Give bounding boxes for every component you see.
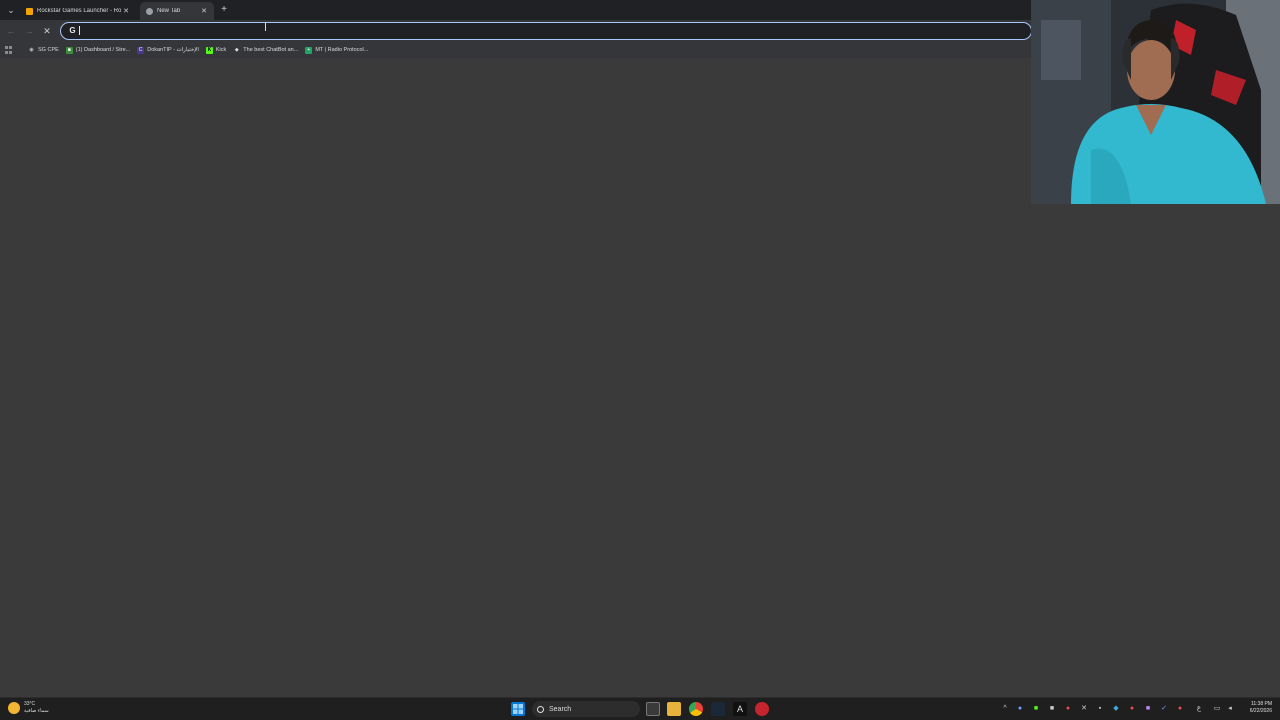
google-icon: G <box>69 26 76 35</box>
search-icon <box>537 705 544 713</box>
system-clock[interactable]: 11:38 PM 6/22/2026 <box>1250 701 1272 715</box>
taskbar-search-label: Search <box>549 705 572 713</box>
rockstar-favicon-icon <box>26 7 33 15</box>
tab-title: Rockstar Games Launcher - Ro <box>37 8 122 14</box>
weather-widget[interactable]: 33°C سماء صافية <box>8 701 49 715</box>
file-explorer-icon[interactable] <box>667 702 681 716</box>
address-input[interactable] <box>81 24 981 37</box>
moon-icon <box>8 702 20 714</box>
webcam-overlay <box>1031 0 1280 204</box>
globe-icon: ◉ <box>29 46 34 53</box>
dashboard-icon: ■ <box>65 46 73 54</box>
tray-app-icon[interactable]: ● <box>1127 703 1137 715</box>
back-button[interactable]: ← <box>4 24 18 38</box>
chatbot-icon: ◆ <box>234 46 239 53</box>
text-cursor-icon <box>265 22 266 31</box>
tray-app-icon[interactable]: ▪ <box>1095 703 1105 715</box>
close-icon[interactable]: ✕ <box>200 7 208 15</box>
rockstar-launcher-icon[interactable] <box>755 702 769 716</box>
bookmark-dashboard[interactable]: ■ (1) Dashboard / Stre... <box>65 46 131 54</box>
text-caret <box>79 26 80 35</box>
new-tab-button[interactable]: + <box>218 3 230 17</box>
tray-app-icon[interactable]: ● <box>1063 703 1073 715</box>
clock-date: 6/22/2026 <box>1249 708 1272 714</box>
bookmark-radio-protocol[interactable]: + MT | Radio Protocol... <box>305 46 369 54</box>
kick-icon: K <box>205 46 213 54</box>
tray-app-icon[interactable]: ✕ <box>1079 703 1089 715</box>
address-bar[interactable]: G <box>60 22 1032 40</box>
input-language[interactable]: ع <box>1194 703 1204 715</box>
tab-new-tab[interactable]: New Tab ✕ <box>140 2 214 20</box>
close-icon[interactable]: ✕ <box>122 7 130 15</box>
task-view-icon[interactable] <box>646 702 660 716</box>
microphone-icon[interactable]: ● <box>1175 703 1185 715</box>
bookmark-sg-cpe[interactable]: ◉ SG CPE <box>28 46 59 54</box>
bookmark-chatbot[interactable]: ◆ The best ChatBot an... <box>233 47 298 54</box>
bookmark-label: MT | Radio Protocol... <box>315 47 369 53</box>
tray-app-icon[interactable]: ■ <box>1031 703 1041 715</box>
bookmark-label: SG CPE <box>38 47 59 53</box>
steam-icon[interactable] <box>711 702 725 716</box>
tray-app-icon[interactable]: ■ <box>1143 703 1153 715</box>
bookmark-label: (1) Dashboard / Stre... <box>75 47 131 53</box>
tray-app-icon[interactable]: ● <box>1015 703 1025 715</box>
windows-taskbar: 33°C سماء صافية Search A ^ ● ■ ■ ● ✕ ▪ ◆… <box>0 697 1280 720</box>
tab-rockstar[interactable]: Rockstar Games Launcher - Ro ✕ <box>20 2 136 20</box>
forward-button[interactable]: → <box>22 24 36 38</box>
windows-start-icon[interactable] <box>511 702 525 716</box>
tab-search-button[interactable]: ⌄ <box>4 3 18 17</box>
bookmark-kick[interactable]: K Kick <box>205 46 227 54</box>
app-a-icon[interactable]: A <box>733 702 747 716</box>
network-icon[interactable]: ▭ <box>1212 703 1222 715</box>
tray-app-icon[interactable]: ◆ <box>1111 703 1121 715</box>
tab-title: New Tab <box>157 8 181 14</box>
sheets-icon: + <box>305 46 313 54</box>
chevron-up-icon[interactable]: ^ <box>1000 703 1010 715</box>
tray-app-icon[interactable]: ■ <box>1047 703 1057 715</box>
bookmark-label: Kick <box>215 47 227 53</box>
chrome-icon[interactable] <box>689 702 703 716</box>
streamer-webcam-image <box>1031 0 1280 204</box>
clock-time: 11:38 PM <box>1250 701 1272 707</box>
volume-icon[interactable]: ◂ <box>1225 703 1235 715</box>
tray-app-icon[interactable]: ✓ <box>1159 703 1169 715</box>
weather-condition: سماء صافية <box>24 708 49 714</box>
taskbar-search[interactable]: Search <box>532 701 640 717</box>
weather-temp: 33°C <box>24 701 36 707</box>
dokantip-icon: C <box>137 46 145 54</box>
globe-icon <box>146 7 153 15</box>
bookmark-dokantip[interactable]: C DokanTIP - الإختيارات <box>137 46 199 54</box>
bookmark-label: The best ChatBot an... <box>243 47 299 53</box>
apps-grid-icon[interactable] <box>5 46 13 54</box>
stop-loading-button[interactable]: ✕ <box>40 24 54 38</box>
bookmark-label: DokanTIP - الإختيارات <box>147 47 199 53</box>
